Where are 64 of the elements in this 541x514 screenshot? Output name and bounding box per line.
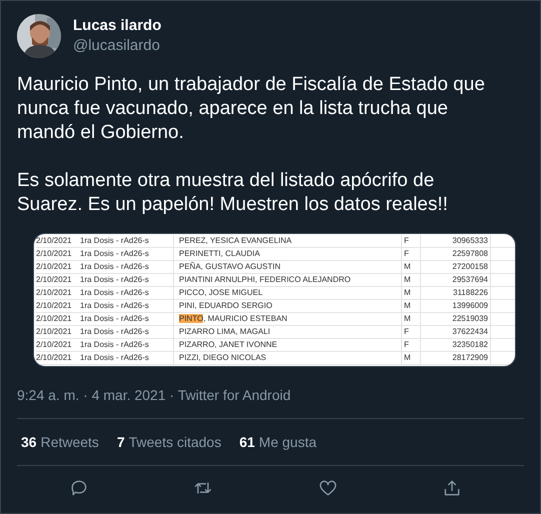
dose-cell: 1ra Dosis - rAd26-s xyxy=(78,352,174,364)
author-handle[interactable]: @lucasilardo xyxy=(73,36,162,56)
sex-cell: M xyxy=(401,352,421,364)
author-name[interactable]: Lucas ilardo xyxy=(73,16,162,36)
id-cell: 29537694 xyxy=(421,274,491,286)
date-cell-text: 2/10/2021 xyxy=(36,339,73,351)
date-cell-text: 2/10/2021 xyxy=(36,326,73,338)
id-cell: 13996009 xyxy=(421,300,491,312)
stat-label[interactable]: Retweets xyxy=(40,432,99,452)
id-cell: 30965333 xyxy=(421,235,491,247)
name-cell-text: PEÑA, GUSTAVO AGUSTIN xyxy=(178,261,282,273)
sex-cell: F xyxy=(401,339,421,351)
stat-label[interactable]: Tweets citados xyxy=(128,432,222,452)
sex-cell: M xyxy=(401,274,421,286)
sex-cell: M xyxy=(401,261,421,273)
sex-cell: F xyxy=(401,326,421,338)
name-cell-text: PIZZI, DIEGO NICOLAS xyxy=(178,352,268,364)
share-icon[interactable] xyxy=(442,478,462,498)
id-cell: 28172909 xyxy=(421,352,491,364)
stat-count[interactable]: 7 xyxy=(116,432,125,452)
id-cell: 22519039 xyxy=(421,313,491,325)
stat-count[interactable]: 61 xyxy=(239,432,255,452)
dose-cell: 1ra Dosis - rAd26-s xyxy=(78,261,174,273)
sex-cell: M xyxy=(401,313,421,325)
dose-cell: 1ra Dosis - rAd26-s xyxy=(78,287,174,299)
date-cell-text: 2/10/2021 xyxy=(36,248,73,260)
sex-cell: M xyxy=(401,287,421,299)
timestamp: 9:24 a. m. · 4 mar. 2021 · Twitter for Android xyxy=(17,386,292,405)
id-cell: 27200158 xyxy=(421,261,491,273)
date-cell-text: 2/10/2021 xyxy=(36,352,73,364)
tweet-text: Mauricio Pinto, un trabajador de Fiscalía de Estado que nunca fue vacunado, aparece en la lista trucha que mandó el Gobierno. Es solamente otra muestra del listado apócrifo de Suarez. Es un papelón! Muestren los datos reales!! xyxy=(17,73,486,217)
dose-cell: 1ra Dosis - rAd26-s xyxy=(78,313,174,325)
dose-cell: 1ra Dosis - rAd26-s xyxy=(78,248,174,260)
attached-image[interactable] xyxy=(33,233,516,367)
name-cell-text: PIANTINI ARNULPHI, FEDERICO ALEJANDRO xyxy=(178,274,352,286)
dose-cell: 1ra Dosis - rAd26-s xyxy=(78,235,174,247)
date-cell-text: 2/10/2021 xyxy=(36,287,73,299)
dose-cell: 1ra Dosis - rAd26-s xyxy=(78,274,174,286)
id-cell: 32350182 xyxy=(421,339,491,351)
stat-label[interactable]: Me gusta xyxy=(258,432,317,452)
id-cell: 31188226 xyxy=(421,287,491,299)
date-cell-text: 2/10/2021 xyxy=(36,313,73,325)
heart-icon[interactable] xyxy=(318,478,338,498)
stat-count[interactable]: 36 xyxy=(21,432,37,452)
id-cell: 22597808 xyxy=(421,248,491,260)
dose-cell: 1ra Dosis - rAd26-s xyxy=(78,339,174,351)
sex-cell: F xyxy=(401,248,421,260)
date-cell-text: 2/10/2021 xyxy=(36,235,73,247)
name-cell-text: PIZARRO LIMA, MAGALI xyxy=(178,326,272,338)
sex-cell: M xyxy=(401,300,421,312)
name-cell-text: PIZARRO, JANET IVONNE xyxy=(178,339,278,351)
name-cell-text: PINTO, MAURICIO ESTEBAN xyxy=(178,313,288,325)
sex-cell: F xyxy=(401,235,421,247)
name-cell-text: PERINETTI, CLAUDIA xyxy=(178,248,261,260)
dose-cell: 1ra Dosis - rAd26-s xyxy=(78,326,174,338)
dose-cell: 1ra Dosis - rAd26-s xyxy=(78,300,174,312)
name-cell-text: PICCO, JOSE MIGUEL xyxy=(178,287,264,299)
name-cell-text: PINI, EDUARDO SERGIO xyxy=(178,300,274,312)
date-cell-text: 2/10/2021 xyxy=(36,261,73,273)
id-cell: 37622434 xyxy=(421,326,491,338)
date-cell-text: 2/10/2021 xyxy=(36,274,73,286)
name-cell-text: PEREZ, YESICA EVANGELINA xyxy=(178,235,293,247)
reply-icon[interactable] xyxy=(69,478,90,498)
date-cell-text: 2/10/2021 xyxy=(36,300,73,312)
